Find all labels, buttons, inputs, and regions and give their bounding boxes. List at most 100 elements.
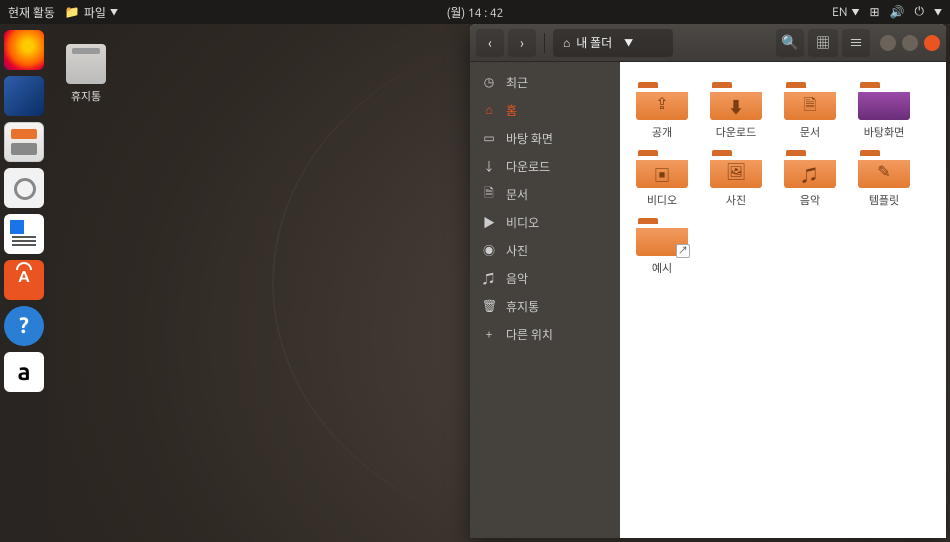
folder-item[interactable]: ⇪ 공개 [630,78,694,140]
dock [0,24,48,542]
folder-label: 템플릿 [852,192,916,208]
sidebar-item-label: 사진 [506,242,528,259]
files-sidebar: ◷최근⌂홈▭바탕 화면↓다운로드🗎문서▶비디오◉사진♫음악🗑휴지통+다른 위치 [470,62,620,538]
dock-help[interactable] [4,306,44,346]
divider [544,33,545,53]
pictures-icon: ◉ [482,242,496,259]
folder-icon: 🗎 [784,78,836,120]
folder-label: 문서 [778,124,842,140]
music-icon: ♫ [482,270,496,287]
sidebar-item-trash[interactable]: 🗑 휴지통 [470,292,620,320]
folder-item[interactable]: 🖼 사진 [704,146,768,208]
folder-item[interactable]: ▣ 비디오 [630,146,694,208]
downloads-icon: ↓ [482,158,496,175]
dock-amazon[interactable] [4,352,44,392]
sidebar-item-label: 음악 [506,270,528,287]
sidebar-item-downloads[interactable]: ↓ 다운로드 [470,152,620,180]
sidebar-item-music[interactable]: ♫ 음악 [470,264,620,292]
dock-rhythmbox[interactable] [4,168,44,208]
dock-thunderbird[interactable] [4,76,44,116]
chevron-down-icon: ▼ [624,36,633,49]
chevron-down-icon: ▼ [934,7,942,18]
folder-icon: 🖼 [710,146,762,188]
folder-item[interactable]: ♫ 음악 [778,146,842,208]
forward-button[interactable]: › [508,29,536,57]
folder-label: 비디오 [630,192,694,208]
back-button[interactable]: ‹ [476,29,504,57]
search-button[interactable]: 🔍 [776,29,804,57]
sidebar-item-desktop[interactable]: ▭ 바탕 화면 [470,124,620,152]
folder-item[interactable]: 🗎 문서 [778,78,842,140]
sidebar-item-label: 문서 [506,186,528,203]
path-bar[interactable]: ⌂ 내 폴더 ▼ [553,29,673,57]
folder-label: 음악 [778,192,842,208]
power-icon[interactable]: ⏻ [915,5,925,19]
folder-label: 공개 [630,124,694,140]
files-content[interactable]: ⇪ 공개 ⬇ 다운로드 🗎 문서 바탕화면 ▣ 비디오 🖼 사진 ♫ 음악 ✎ 템플릿 ↗ 예시 [620,62,946,538]
lang-label: EN [832,6,847,19]
folder-label: 예시 [630,260,694,276]
folder-item[interactable]: ↗ 예시 [630,214,694,276]
folder-icon [858,78,910,120]
activities-button[interactable]: 현재 활동 [8,4,55,21]
dock-files[interactable] [4,122,44,162]
sidebar-item-pictures[interactable]: ◉ 사진 [470,236,620,264]
sidebar-item-label: 다운로드 [506,158,550,175]
clock[interactable]: (월) 14 : 42 [447,4,504,21]
videos-icon: ▶ [482,214,496,231]
folder-label: 사진 [704,192,768,208]
folder-label: 다운로드 [704,124,768,140]
folder-icon: ⇪ [636,78,688,120]
sidebar-item-home[interactable]: ⌂홈 [470,96,620,124]
sidebar-item-label: 휴지통 [506,298,539,315]
files-app-icon: 📁 [65,5,80,19]
folder-item[interactable]: 바탕화면 [852,78,916,140]
input-source[interactable]: EN ▼ [832,6,859,19]
dock-software-center[interactable] [4,260,44,300]
folder-item[interactable]: ⬇ 다운로드 [704,78,768,140]
folder-icon: ▣ [636,146,688,188]
recent-icon: ◷ [482,75,496,89]
network-icon[interactable]: ⊞ [869,5,879,19]
system-topbar: 현재 활동 📁 파일 ▼ (월) 14 : 42 EN ▼ ⊞ 🔊 ⏻ ▼ [0,0,950,24]
window-maximize[interactable] [902,35,918,51]
folder-icon: ↗ [636,214,688,256]
desktop-icon: ▭ [482,131,496,145]
home-icon: ⌂ [563,36,570,50]
trash-label: 휴지통 [58,88,114,104]
dock-libreoffice-writer[interactable] [4,214,44,254]
documents-icon: 🗎 [482,184,496,205]
folder-icon: ♫ [784,146,836,188]
sidebar-item-documents[interactable]: 🗎 문서 [470,180,620,208]
trash-icon: 🗑 [482,299,496,313]
volume-icon[interactable]: 🔊 [890,5,905,19]
window-controls [880,35,940,51]
folder-icon: ✎ [858,146,910,188]
window-minimize[interactable] [880,35,896,51]
desktop-trash[interactable]: 휴지통 [58,44,114,104]
sidebar-item-label: 홈 [506,102,517,119]
chevron-down-icon: ▼ [851,7,859,18]
sidebar-item-recent[interactable]: ◷최근 [470,68,620,96]
sidebar-item-videos[interactable]: ▶ 비디오 [470,208,620,236]
app-menu[interactable]: 📁 파일 ▼ [65,4,118,21]
home-icon: ⌂ [482,103,496,117]
folder-icon: ⬇ [710,78,762,120]
sidebar-item-other[interactable]: + 다른 위치 [470,320,620,348]
trash-icon [66,44,106,84]
hamburger-menu[interactable]: ≡ [842,29,870,57]
path-label: 내 폴더 [576,34,612,51]
app-menu-label: 파일 [84,4,106,21]
files-toolbar: ‹ › ⌂ 내 폴더 ▼ 🔍 ▦ ≡ [470,24,946,62]
sidebar-item-label: 바탕 화면 [506,130,553,147]
other-icon: + [482,328,496,341]
window-close[interactable] [924,35,940,51]
view-grid-button[interactable]: ▦ [808,29,838,57]
chevron-down-icon: ▼ [110,7,118,18]
sidebar-item-label: 다른 위치 [506,326,553,343]
files-window: ‹ › ⌂ 내 폴더 ▼ 🔍 ▦ ≡ ◷최근⌂홈▭바탕 화면↓다운로드🗎문서▶비… [470,24,946,538]
folder-label: 바탕화면 [852,124,916,140]
sidebar-item-label: 비디오 [506,214,539,231]
dock-firefox[interactable] [4,30,44,70]
folder-item[interactable]: ✎ 템플릿 [852,146,916,208]
